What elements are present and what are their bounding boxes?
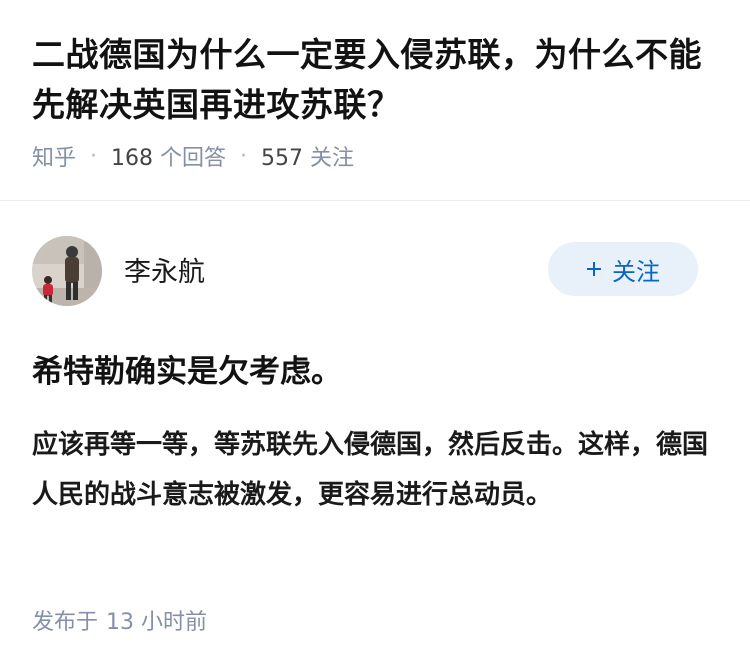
published-label: 发布于 bbox=[32, 610, 99, 635]
follow-button-label: 关注 bbox=[612, 257, 660, 286]
follow-button[interactable]: 关注 bbox=[548, 242, 698, 296]
follower-count-label: 关注 bbox=[310, 146, 355, 171]
question-meta: 知乎 · 168 个回答 · 557 关注 bbox=[32, 140, 732, 172]
follower-count-value: 557 bbox=[261, 146, 304, 171]
avatar[interactable] bbox=[32, 236, 102, 306]
source-label[interactable]: 知乎 bbox=[32, 140, 76, 172]
answer-count[interactable]: 168 个回答 bbox=[111, 140, 226, 172]
author-row: 李永航 关注 bbox=[32, 236, 698, 306]
section-divider bbox=[0, 200, 750, 201]
publish-info: 发布于 13 小时前 bbox=[32, 604, 207, 636]
meta-separator: · bbox=[240, 143, 248, 169]
plus-icon bbox=[587, 262, 601, 276]
question-header: 二战德国为什么一定要入侵苏联，为什么不能先解决英国再进攻苏联？ 知乎 · 168… bbox=[32, 30, 732, 172]
answer-count-label: 个回答 bbox=[160, 146, 227, 171]
answer-count-value: 168 bbox=[111, 146, 154, 171]
answer-content[interactable]: 希特勒确实是欠考虑。 应该再等一等，等苏联先入侵德国，然后反击。这样，德国人民的… bbox=[32, 348, 712, 520]
question-title[interactable]: 二战德国为什么一定要入侵苏联，为什么不能先解决英国再进攻苏联？ bbox=[32, 30, 732, 130]
answer-lead: 希特勒确实是欠考虑。 bbox=[32, 354, 342, 390]
answer-body: 应该再等一等，等苏联先入侵德国，然后反击。这样，德国人民的战斗意志被激发，更容易… bbox=[32, 430, 709, 510]
author-name[interactable]: 李永航 bbox=[124, 250, 205, 289]
published-time: 13 小时前 bbox=[106, 610, 208, 635]
meta-separator: · bbox=[90, 143, 98, 169]
follower-count[interactable]: 557 关注 bbox=[261, 140, 354, 172]
avatar-photo-icon bbox=[32, 236, 102, 306]
